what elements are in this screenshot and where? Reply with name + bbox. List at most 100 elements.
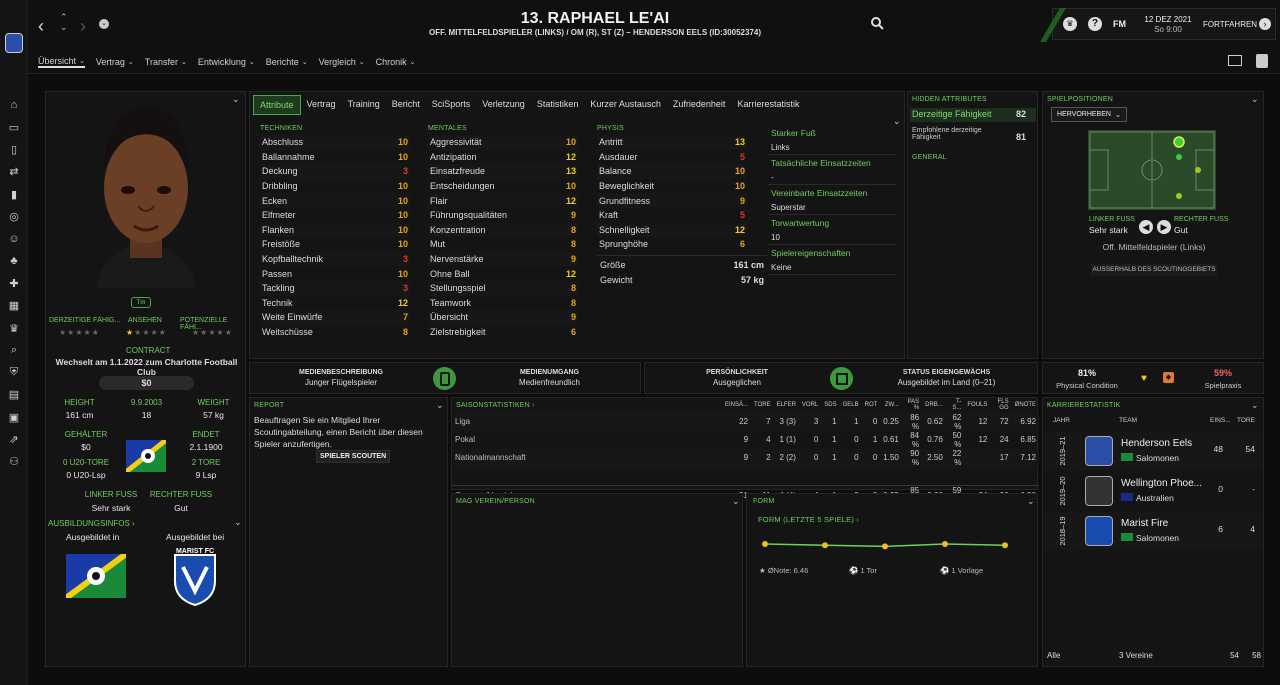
manager-icon[interactable]: ⚇	[7, 455, 21, 469]
attribute-row[interactable]: Passen 10	[260, 266, 410, 281]
subnav-item-6[interactable]: Chronik ⌄	[376, 57, 416, 67]
continue-arrow-icon[interactable]: ›	[1259, 18, 1271, 30]
stats-column-header[interactable]: VORL	[799, 398, 821, 413]
attribute-row[interactable]: Führungsqualitäten 9	[428, 208, 578, 223]
likes-menu-icon[interactable]: ⌄	[732, 496, 740, 507]
form-point[interactable]	[1002, 542, 1008, 549]
people-icon[interactable]: ☺	[7, 232, 21, 246]
subnav-item-2[interactable]: Transfer ⌄	[145, 57, 187, 67]
training-info-link[interactable]: AUSBILDUNGSINFOS ›	[48, 519, 135, 528]
attribute-row[interactable]: Abschluss 10	[260, 135, 410, 150]
medical-icon[interactable]: ✚	[7, 276, 21, 290]
tab-4[interactable]: SciSports	[426, 95, 477, 115]
attribute-row[interactable]: Antizipation 12	[428, 150, 578, 165]
form-point[interactable]	[762, 541, 768, 547]
stats-column-header[interactable]: PAS %	[902, 398, 922, 413]
subnav-item-1[interactable]: Vertrag ⌄	[96, 57, 134, 67]
career-row[interactable]: 2018–19 Marist Fire Salomonen 6 4	[1045, 512, 1263, 550]
trophy-icon[interactable]: ♛	[7, 321, 21, 335]
form-point[interactable]	[822, 542, 828, 549]
search-icon[interactable]: ⌕	[7, 343, 21, 357]
inbox-icon[interactable]: ▭	[7, 120, 21, 134]
highlight-dropdown[interactable]: HERVORHEBEN ⌄	[1051, 107, 1127, 122]
report-menu-icon[interactable]: ⌄	[436, 400, 444, 411]
dropdown-icon[interactable]: ⌄	[99, 19, 109, 29]
club-icon[interactable]: ▤	[7, 388, 21, 402]
table-row[interactable]: Pokal 9 4 1 (1) 0 1 0 1 0.61 84 % 0.76 50 % 12 24 6.85	[452, 431, 1039, 449]
stats-column-header[interactable]: FOULS	[964, 398, 990, 413]
stats-column-header[interactable]: GELB	[840, 398, 862, 413]
attribute-row[interactable]: Ecken 10	[260, 193, 410, 208]
attribute-row[interactable]: Einsatzfreude 13	[428, 164, 578, 179]
stats-column-header[interactable]: SDS	[821, 398, 839, 413]
stats-column-header[interactable]: T-S...	[946, 398, 965, 413]
subnav-item-4[interactable]: Berichte ⌄	[266, 57, 308, 67]
attribute-row[interactable]: Weitschüsse 8	[260, 325, 410, 340]
attribute-row[interactable]: Deckung 3	[260, 164, 410, 179]
finance-icon[interactable]: ▣	[7, 410, 21, 424]
career-row[interactable]: 2019–20 Wellington Phoe... Australien 0 -	[1045, 472, 1263, 510]
form-point[interactable]	[942, 541, 948, 547]
calendar-icon[interactable]: ▦	[7, 299, 21, 313]
attribute-row[interactable]: Entscheidungen 10	[428, 179, 578, 194]
search-icon[interactable]	[870, 16, 884, 30]
help-icon[interactable]: ?	[1088, 17, 1102, 31]
subnav-item-5[interactable]: Vergleich ⌄	[319, 57, 365, 67]
career-team[interactable]: Wellington Phoe...	[1121, 478, 1202, 489]
transfer-icon[interactable]: ⇗	[7, 433, 21, 447]
stats-column-header[interactable]: ØNOTE	[1012, 398, 1039, 413]
attribute-row[interactable]: Übersicht 9	[428, 310, 578, 325]
stats-column-header[interactable]: FLS GG	[990, 398, 1011, 413]
stats-column-header[interactable]: ROT	[862, 398, 881, 413]
stats-column-header[interactable]: TORE	[751, 398, 774, 413]
attribute-row[interactable]: Kopfballtechnik 3	[260, 251, 410, 267]
attribute-row[interactable]: Flanken 10	[260, 222, 410, 238]
tab-6[interactable]: Statistiken	[531, 95, 585, 115]
attribute-row[interactable]: Zielstrebigkeit 6	[428, 325, 578, 340]
subnav-item-3[interactable]: Entwicklung ⌄	[198, 57, 255, 67]
attribute-row[interactable]: Schnelligkeit 12	[597, 222, 747, 238]
table-row[interactable]: Nationalmannschaft 9 2 2 (2) 0 1 0 0 1.50 90 % 2.5…	[452, 448, 1039, 467]
attribute-row[interactable]: Weite Einwürfe 7	[260, 310, 410, 325]
attribute-row[interactable]: Teamwork 8	[428, 296, 578, 311]
career-menu-icon[interactable]: ⌄	[1251, 400, 1259, 411]
tab-7[interactable]: Kurzer Austausch	[584, 95, 667, 115]
career-row[interactable]: 2019–21 Henderson Eels Salomonen 48 54	[1045, 432, 1263, 470]
attribute-row[interactable]: Elfmeter 10	[260, 208, 410, 223]
form-subtitle[interactable]: FORM (LETZTE 5 SPIELE) ›	[758, 515, 859, 524]
training-info-menu-icon[interactable]: ⌄	[234, 517, 242, 528]
attribute-row[interactable]: Freistöße 10	[260, 237, 410, 252]
screen-icon[interactable]	[1228, 55, 1242, 66]
attribute-row[interactable]: Ohne Ball 12	[428, 266, 578, 281]
ball-icon[interactable]: ◎	[7, 210, 21, 224]
training-icon[interactable]: ♣	[7, 254, 21, 268]
tab-0[interactable]: Attribute	[253, 95, 301, 115]
club-badge-icon[interactable]	[5, 33, 23, 53]
fm-menu-button[interactable]: FM	[1113, 19, 1126, 29]
shirt-icon[interactable]: ▯	[7, 143, 21, 157]
attribute-row[interactable]: Nervenstärke 9	[428, 251, 578, 267]
report-icon[interactable]: ▮	[7, 187, 21, 201]
attribute-row[interactable]: Sprunghöhe 6	[597, 237, 747, 252]
attribute-row[interactable]: Tackling 3	[260, 280, 410, 296]
form-point[interactable]	[882, 543, 888, 550]
form-menu-icon[interactable]: ⌄	[1027, 496, 1035, 507]
stats-column-header[interactable]: ZW...	[880, 398, 902, 413]
tab-8[interactable]: Zufriedenheit	[667, 95, 732, 115]
tactics-icon[interactable]: ⇄	[7, 165, 21, 179]
attribute-row[interactable]: Technik 12	[260, 296, 410, 311]
attribute-row[interactable]: Balance 10	[597, 164, 747, 179]
document-icon[interactable]	[1256, 54, 1268, 68]
continue-button[interactable]: FORTFAHREN	[1203, 20, 1257, 29]
subnav-item-0[interactable]: Übersicht ⌄	[38, 56, 85, 68]
scout-player-button[interactable]: SPIELER SCOUTEN	[316, 450, 391, 463]
forward-arrow-icon[interactable]: ›	[80, 16, 86, 37]
attribute-row[interactable]: Aggressivität 10	[428, 135, 578, 150]
career-team[interactable]: Henderson Eels	[1121, 438, 1192, 449]
attribute-row[interactable]: Ballannahme 10	[260, 150, 410, 165]
stats-column-header[interactable]: EINSÄ...	[722, 398, 751, 413]
panel-menu-icon[interactable]: ⌄	[232, 94, 240, 105]
table-row[interactable]: Liga 22 7 3 (3) 3 1 1 0 0.25 86 % 0.62 62 % 12 72 6.92	[452, 412, 1039, 431]
attribute-row[interactable]: Grundfitness 9	[597, 193, 747, 208]
tab-3[interactable]: Bericht	[386, 95, 426, 115]
